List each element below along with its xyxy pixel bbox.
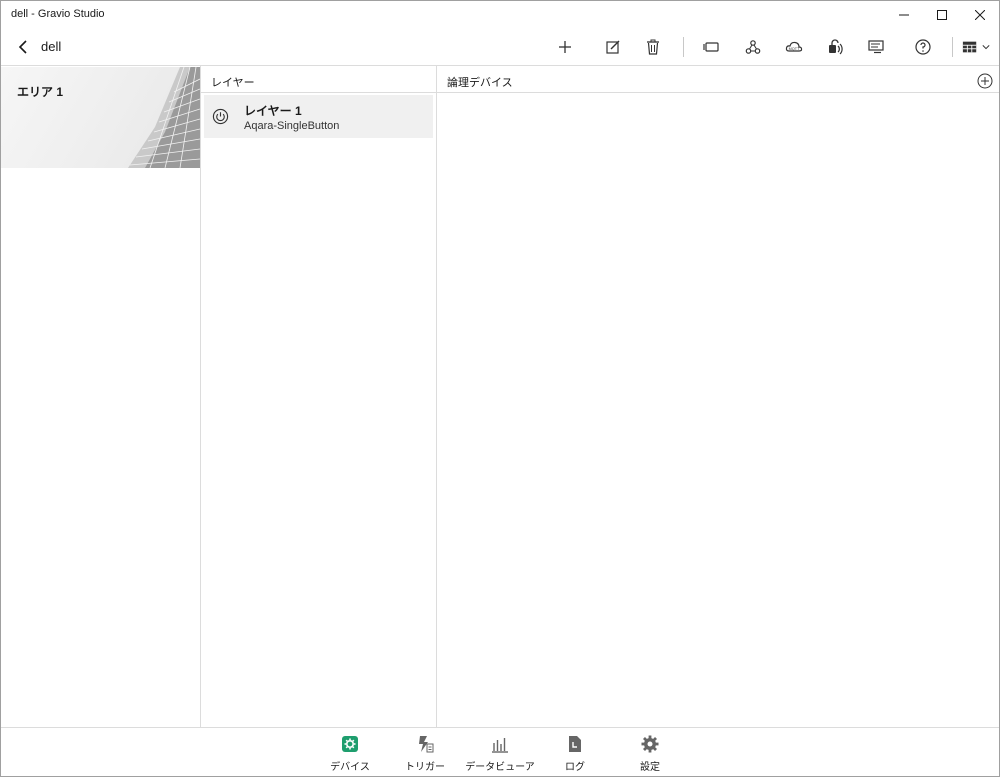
building-image	[128, 67, 200, 168]
nav-item-device[interactable]: デバイス	[310, 728, 390, 777]
nav-label: トリガー	[405, 762, 445, 773]
toolbar-divider	[952, 37, 953, 57]
nfc-icon	[829, 39, 843, 55]
data-viewer-icon	[492, 738, 508, 753]
area-name: エリア 1	[17, 85, 64, 99]
area-pane: エリア 1	[1, 66, 200, 728]
close-icon	[975, 10, 985, 20]
help-icon	[915, 39, 931, 55]
title-bar: dell - Gravio Studio	[1, 1, 999, 29]
nav-label: デバイス	[330, 762, 370, 773]
mqtt-button[interactable]: MQTT	[780, 34, 808, 60]
page-title: dell	[41, 39, 62, 54]
nav-label: ログ	[565, 762, 585, 773]
logical-devices-header: 論理デバイス	[437, 67, 999, 93]
nav-item-settings[interactable]: 設定	[610, 728, 690, 777]
power-button-icon	[212, 108, 229, 125]
trash-icon	[647, 39, 659, 55]
layer-device-type: Aqara-SingleButton	[244, 120, 340, 132]
help-button[interactable]	[909, 34, 937, 60]
nav-item-trigger[interactable]: トリガー	[385, 728, 465, 777]
pane-divider	[436, 66, 437, 728]
window-title: dell - Gravio Studio	[11, 8, 105, 20]
layer-list-item[interactable]: レイヤー 1 Aqara-SingleButton	[204, 95, 433, 138]
mqtt-label: MQTT	[789, 47, 800, 51]
settings-icon	[641, 735, 659, 753]
area-card[interactable]: エリア 1	[1, 67, 200, 168]
mqtt-cloud-icon: MQTT	[785, 41, 803, 52]
delete-button[interactable]	[639, 34, 667, 60]
logical-devices-title: 論理デバイス	[447, 77, 513, 89]
add-circle-icon[interactable]	[977, 73, 993, 89]
hub-button[interactable]	[697, 34, 725, 60]
edit-icon	[606, 40, 620, 54]
nav-item-log[interactable]: ログ	[535, 728, 615, 777]
chevron-left-icon	[18, 40, 27, 54]
webhook-button[interactable]	[739, 34, 767, 60]
bottom-navigation: デバイス トリガー データビューア ログ 設定	[1, 727, 999, 777]
content-panes: エリア 1 レイヤー レイヤー 1 Aqara-SingleButton 論理デ…	[1, 65, 999, 728]
nav-label: 設定	[640, 762, 660, 773]
layer-name: レイヤー 1	[244, 104, 302, 118]
log-icon	[569, 736, 581, 752]
webhook-icon	[745, 40, 761, 54]
device-icon	[342, 736, 358, 752]
trigger-icon	[419, 736, 434, 753]
minimize-icon	[899, 14, 909, 16]
toolbar-divider	[683, 37, 684, 57]
nav-label: データビューア	[465, 762, 535, 773]
pane-divider	[200, 66, 201, 728]
add-button[interactable]	[551, 34, 579, 60]
nfc-button[interactable]	[821, 34, 849, 60]
maximize-icon	[937, 10, 947, 20]
back-button[interactable]	[11, 35, 35, 59]
layout-icon	[962, 41, 977, 53]
layers-header: レイヤー	[201, 67, 436, 93]
command-bar: dell MQTT	[1, 29, 999, 65]
plus-icon	[559, 41, 571, 53]
nav-item-data-viewer[interactable]: データビューア	[460, 728, 540, 777]
minimize-button[interactable]	[885, 1, 923, 29]
close-button[interactable]	[961, 1, 999, 29]
display-button[interactable]	[862, 34, 890, 60]
device-frame-icon	[703, 42, 719, 52]
edit-button[interactable]	[599, 34, 627, 60]
signage-icon	[868, 40, 884, 54]
view-menu-button[interactable]	[958, 34, 994, 60]
chevron-down-icon	[982, 45, 990, 50]
app-window: dell - Gravio Studio dell MQTT エリア 1 レイヤ…	[0, 0, 1000, 777]
maximize-button[interactable]	[923, 1, 961, 29]
